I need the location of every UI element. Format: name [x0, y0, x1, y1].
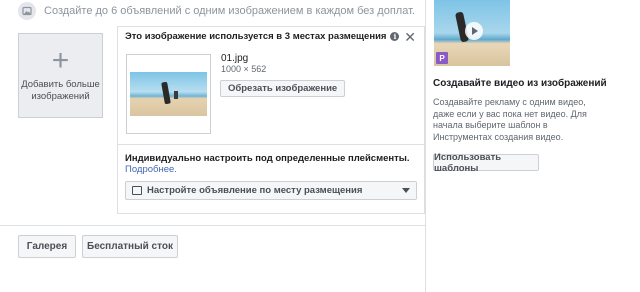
plus-icon: +: [51, 43, 70, 77]
hint-row: Создайте до 6 объявлений с одним изображ…: [18, 2, 415, 20]
free-stock-button[interactable]: Бесплатный сток: [82, 235, 178, 258]
file-name: 01.jpg: [221, 53, 249, 64]
file-dimensions: 1000 × 562: [221, 64, 267, 74]
add-more-images-label: Добавить больше изображений: [21, 78, 100, 102]
info-icon[interactable]: i: [390, 32, 400, 41]
add-more-images-button[interactable]: + Добавить больше изображений: [18, 33, 103, 118]
image-card: Это изображение используется в 3 местах …: [117, 26, 425, 214]
image-thumbnail-frame[interactable]: [126, 54, 211, 134]
chevron-down-icon: [402, 188, 410, 193]
bottom-divider: [0, 225, 425, 226]
card-divider: [118, 144, 424, 145]
gallery-button[interactable]: Галерея: [18, 235, 76, 258]
close-icon[interactable]: ✕: [404, 29, 416, 46]
video-preview[interactable]: P: [434, 0, 510, 66]
placement-icon: [132, 186, 142, 195]
create-video-description: Создавайте рекламу с одним видео, даже е…: [433, 97, 587, 142]
play-icon: [465, 22, 483, 40]
panel-separator: [425, 0, 426, 292]
customize-text: Индивидуально настроить под определенные…: [125, 153, 410, 164]
hint-text: Создайте до 6 объявлений с одним изображ…: [44, 5, 415, 17]
image-card-title: Это изображение используется в 3 местах …: [125, 31, 387, 42]
image-thumbnail: [130, 72, 207, 116]
placement-select[interactable]: Настройте объявление по месту размещения: [125, 181, 417, 200]
use-templates-button[interactable]: Использовать шаблоны: [433, 152, 539, 174]
page-badge: P: [436, 52, 448, 64]
create-video-title: Создавайте видео из изображений: [433, 78, 607, 89]
customize-placements-text: Индивидуально настроить под определенные…: [125, 153, 424, 175]
image-card-header: Это изображение используется в 3 местах …: [125, 31, 400, 42]
placement-select-label: Настройте объявление по месту размещения: [147, 185, 363, 196]
learn-more-link[interactable]: Подробнее.: [125, 164, 177, 175]
crop-image-button[interactable]: Обрезать изображение: [220, 80, 346, 97]
image-icon: [18, 2, 36, 20]
